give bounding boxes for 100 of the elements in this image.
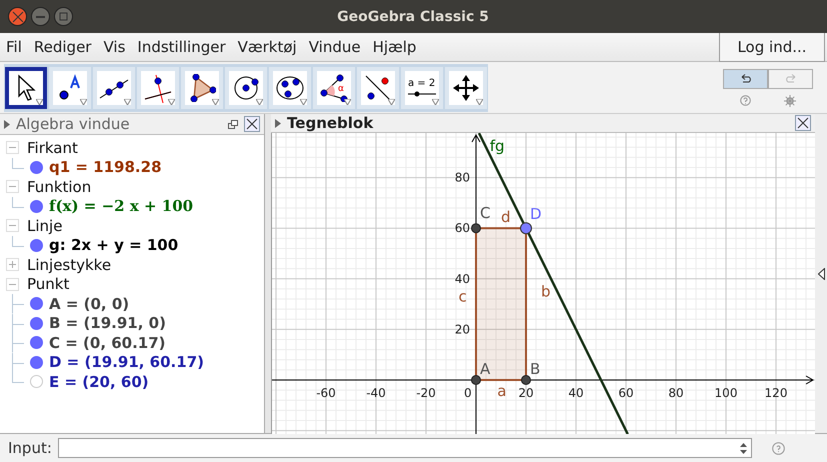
tick-label: -40 xyxy=(366,386,386,400)
dropdown-triangle-icon xyxy=(212,98,219,104)
algebra-entry[interactable]: q1 = 1198.28 xyxy=(49,158,162,176)
tick-label: 40 xyxy=(454,272,470,286)
menu-item[interactable]: Værktøj xyxy=(232,38,303,56)
object-label: A xyxy=(480,360,490,378)
tree-line xyxy=(12,158,24,168)
undo-button[interactable] xyxy=(723,68,768,88)
group-label: Punkt xyxy=(27,275,70,294)
minimize-button[interactable] xyxy=(31,7,50,26)
move-arrows-icon xyxy=(452,74,480,102)
visibility-dot[interactable] xyxy=(30,316,43,330)
visibility-dot[interactable] xyxy=(30,200,43,213)
tick-label: 80 xyxy=(454,170,470,185)
menu-item[interactable]: Fil xyxy=(0,38,28,56)
dropdown-triangle-icon xyxy=(388,98,395,104)
collapse-toggle[interactable] xyxy=(6,141,19,154)
tick-label: 20 xyxy=(518,386,534,400)
collapse-toggle[interactable] xyxy=(6,278,19,291)
menu-item[interactable]: Vis xyxy=(97,38,132,56)
input-field[interactable] xyxy=(58,438,752,458)
collapse-toggle[interactable] xyxy=(6,180,19,194)
triangle-icon xyxy=(188,74,216,102)
algebra-entry[interactable]: f(x) = −2 x + 100 xyxy=(49,197,194,216)
tick-label: 100 xyxy=(714,386,738,400)
ellipse-icon xyxy=(275,74,305,102)
slider-value-text: a = 2 xyxy=(408,78,436,88)
visibility-dot[interactable] xyxy=(30,356,43,369)
tree-line xyxy=(12,236,24,246)
visibility-dot[interactable] xyxy=(30,160,43,174)
algebra-entry[interactable]: C = (0, 60.17) xyxy=(49,334,166,352)
visibility-dot[interactable] xyxy=(30,297,43,310)
dropdown-triangle-icon xyxy=(124,98,131,104)
menu-item[interactable]: Rediger xyxy=(28,38,98,56)
dropdown-caret-icon[interactable] xyxy=(740,442,747,454)
collapse-toggle[interactable] xyxy=(6,219,19,232)
expand-toggle[interactable] xyxy=(6,258,19,272)
dropdown-triangle-icon xyxy=(344,98,351,104)
tree-line xyxy=(12,333,24,352)
object-label: d xyxy=(501,208,511,226)
settings-icon[interactable] xyxy=(784,94,796,106)
algebra-entry[interactable]: g: 2x + y = 100 xyxy=(49,236,178,254)
tick-label: 120 xyxy=(764,386,788,400)
close-button[interactable] xyxy=(795,115,812,131)
window-title: GeoGebra Classic 5 xyxy=(336,8,490,24)
group-label: Linje xyxy=(27,216,62,235)
undo-icon xyxy=(740,74,752,83)
login-button[interactable]: Log ind... xyxy=(719,32,825,62)
menu-item[interactable]: Indstillinger xyxy=(131,38,232,56)
visibility-dot[interactable] xyxy=(30,375,43,388)
undock-icon[interactable] xyxy=(228,120,238,128)
close-button[interactable] xyxy=(244,116,260,132)
pointer-arrow-icon xyxy=(16,74,36,102)
point-marker xyxy=(471,375,482,385)
group-label: Linjestykke xyxy=(27,256,112,274)
help-icon[interactable] xyxy=(772,442,785,454)
tick-label: 20 xyxy=(454,322,470,336)
point-marker xyxy=(520,222,532,234)
angle-symbol: α xyxy=(338,84,344,94)
object-label: D xyxy=(530,205,542,224)
minimize-icon xyxy=(36,16,45,18)
dropdown-triangle-icon xyxy=(80,98,87,104)
tick-label: 60 xyxy=(454,221,470,236)
tick-label: 40 xyxy=(568,386,584,400)
expand-arrow-icon[interactable] xyxy=(818,268,825,280)
object-label: a xyxy=(497,382,506,400)
tool-button[interactable]: α xyxy=(313,66,355,108)
maximize-button[interactable] xyxy=(54,7,73,26)
help-icon[interactable] xyxy=(740,94,751,106)
object-label: c xyxy=(458,288,467,306)
dropdown-triangle-icon xyxy=(168,98,175,104)
tick-label: -20 xyxy=(416,386,436,400)
algebra-entry[interactable]: D = (19.91, 60.17) xyxy=(49,353,204,372)
visibility-dot[interactable] xyxy=(30,238,43,252)
panel-title: Tegneblok xyxy=(287,114,374,132)
group-label: Funktion xyxy=(27,178,92,196)
object-label: C xyxy=(480,204,491,222)
object-label: b xyxy=(541,282,551,300)
visibility-dot[interactable] xyxy=(30,336,43,350)
dropdown-triangle-icon xyxy=(36,98,43,104)
panel-title: Algebra vindue xyxy=(16,115,130,133)
input-label: Input: xyxy=(8,439,52,457)
tick-label: -60 xyxy=(316,386,336,400)
algebra-entry[interactable]: A = (0, 0) xyxy=(49,294,130,313)
object-label: B xyxy=(530,360,540,378)
maximize-icon xyxy=(59,12,68,21)
close-icon xyxy=(797,117,810,129)
algebra-entry[interactable]: B = (19.91, 0) xyxy=(49,314,166,332)
menu-item[interactable]: Hjælp xyxy=(366,38,422,56)
tree-line xyxy=(12,314,24,333)
dropdown-triangle-icon xyxy=(256,98,263,104)
menu-item[interactable]: Vindue xyxy=(302,38,367,56)
close-icon xyxy=(12,10,24,22)
dropdown-triangle-icon xyxy=(432,98,439,104)
point-marker xyxy=(521,375,532,385)
tick-label: 60 xyxy=(618,386,634,400)
tool-button[interactable] xyxy=(5,66,47,108)
algebra-entry[interactable]: E = (20, 60) xyxy=(49,372,149,391)
tool-button[interactable]: a = 2 xyxy=(401,66,443,108)
tick-label: 80 xyxy=(668,386,684,400)
